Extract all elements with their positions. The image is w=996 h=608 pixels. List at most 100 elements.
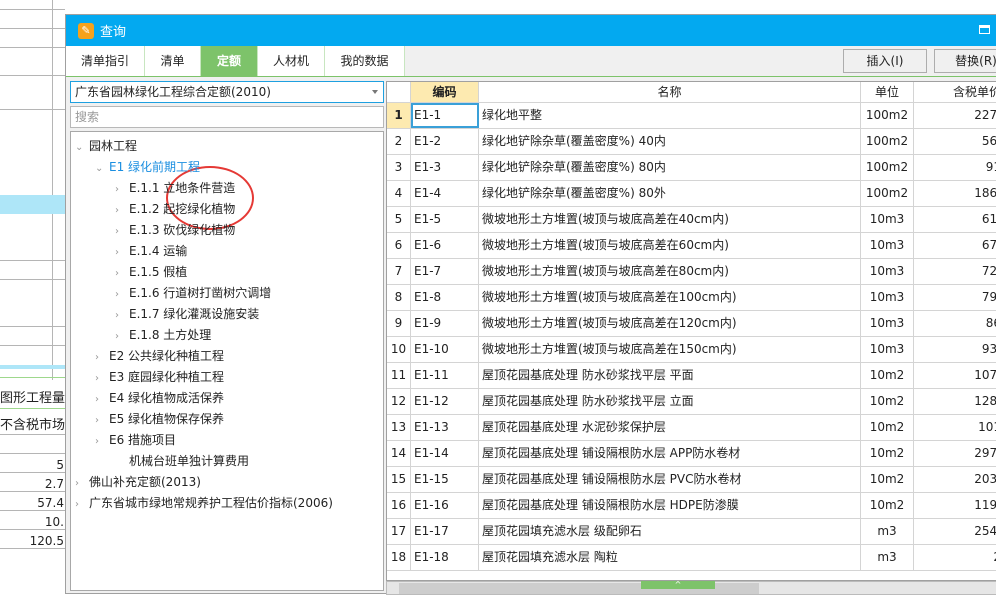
tree-node[interactable]: › E5 绿化植物保存保养 [95,409,224,429]
code-cell[interactable]: E1-4 [411,181,479,206]
price-cell[interactable]: 91 [914,155,996,180]
unit-cell[interactable]: 10m2 [861,493,914,518]
unit-cell[interactable]: 10m2 [861,441,914,466]
chevron-right-icon[interactable]: › [95,369,109,389]
price-cell[interactable]: 101 [914,415,996,440]
code-cell[interactable]: E1-12 [411,389,479,414]
code-cell[interactable]: E1-1 [411,103,479,128]
unit-cell[interactable]: 100m2 [861,181,914,206]
price-cell[interactable]: 254. [914,519,996,544]
table-row[interactable]: 1E1-1绿化地平整100m2227. [387,103,996,129]
table-row[interactable]: 3E1-3绿化地铲除杂草(覆盖密度%) 80内100m291 [387,155,996,181]
maximize-icon[interactable] [979,25,990,34]
name-cell[interactable]: 屋顶花园基底处理 铺设隔根防水层 PVC防水卷材 [479,467,861,492]
table-row[interactable]: 5E1-5微坡地形土方堆置(坡顶与坡底高差在40cm内)10m361. [387,207,996,233]
name-cell[interactable]: 屋顶花园基底处理 铺设隔根防水层 HDPE防渗膜 [479,493,861,518]
code-cell[interactable]: E1-11 [411,363,479,388]
table-row[interactable]: 2E1-2绿化地铲除杂草(覆盖密度%) 40内100m256. [387,129,996,155]
table-row[interactable]: 10E1-10微坡地形土方堆置(坡顶与坡底高差在150cm内)10m393. [387,337,996,363]
name-cell[interactable]: 绿化地铲除杂草(覆盖密度%) 40内 [479,129,861,154]
tree-node[interactable]: ⌄ E1 绿化前期工程 [95,157,200,177]
name-cell[interactable]: 屋顶花园基底处理 铺设隔根防水层 APP防水卷材 [479,441,861,466]
name-cell[interactable]: 微坡地形土方堆置(坡顶与坡底高差在120cm内) [479,311,861,336]
name-cell[interactable]: 微坡地形土方堆置(坡顶与坡底高差在80cm内) [479,259,861,284]
tab-bill-guide[interactable]: 清单指引 [66,46,145,76]
name-cell[interactable]: 绿化地铲除杂草(覆盖密度%) 80外 [479,181,861,206]
tree-node[interactable]: › E.1.6 行道树打凿树穴调增 [115,283,271,303]
unit-cell[interactable]: 10m2 [861,389,914,414]
tab-quota[interactable]: 定额 [201,46,258,76]
table-row[interactable]: 4E1-4绿化地铲除杂草(覆盖密度%) 80外100m2186. [387,181,996,207]
tree-node[interactable]: › E.1.7 绿化灌溉设施安装 [115,304,259,324]
chevron-right-icon[interactable]: › [115,285,129,305]
chevron-right-icon[interactable]: › [115,243,129,263]
table-row[interactable]: 7E1-7微坡地形土方堆置(坡顶与坡底高差在80cm内)10m372. [387,259,996,285]
price-cell[interactable]: 2 [914,545,996,570]
tree-node[interactable]: 机械台班单独计算费用 [115,451,249,471]
table-row[interactable]: 13E1-13屋顶花园基底处理 水泥砂浆保护层10m2101 [387,415,996,441]
tree-node[interactable]: ⌄ 园林工程 [75,136,137,156]
tree-node[interactable]: › E.1.3 砍伐绿化植物 [115,220,235,240]
insert-button[interactable]: 插入(I) [843,49,927,73]
tab-bill[interactable]: 清单 [145,46,201,76]
code-cell[interactable]: E1-9 [411,311,479,336]
tree-node[interactable]: › E.1.5 假植 [115,262,187,282]
price-cell[interactable]: 93. [914,337,996,362]
price-cell[interactable]: 86 [914,311,996,336]
chevron-right-icon[interactable]: › [115,222,129,242]
unit-cell[interactable]: m3 [861,519,914,544]
price-cell[interactable]: 72. [914,259,996,284]
code-cell[interactable]: E1-15 [411,467,479,492]
code-cell[interactable]: E1-10 [411,337,479,362]
table-row[interactable]: 6E1-6微坡地形土方堆置(坡顶与坡底高差在60cm内)10m367. [387,233,996,259]
tree-node[interactable]: › E3 庭园绿化种植工程 [95,367,224,387]
unit-cell[interactable]: 10m2 [861,467,914,492]
tab-labor-material-machine[interactable]: 人材机 [258,46,325,76]
collapse-handle[interactable]: ^ [641,581,715,589]
price-cell[interactable]: 297. [914,441,996,466]
tree-node[interactable]: › E2 公共绿化种植工程 [95,346,224,366]
tree-node[interactable]: › E6 措施项目 [95,430,176,450]
replace-button[interactable]: 替换(R) [934,49,996,73]
unit-cell[interactable]: 10m3 [861,337,914,362]
unit-cell[interactable]: 10m3 [861,311,914,336]
unit-cell[interactable]: 10m3 [861,259,914,284]
code-cell[interactable]: E1-5 [411,207,479,232]
code-cell[interactable]: E1-14 [411,441,479,466]
chevron-down-icon[interactable]: ⌄ [95,159,109,179]
header-code[interactable]: 编码 [411,82,479,102]
chevron-right-icon[interactable]: › [115,306,129,326]
name-cell[interactable]: 绿化地铲除杂草(覆盖密度%) 80内 [479,155,861,180]
price-cell[interactable]: 56. [914,129,996,154]
header-unit[interactable]: 单位 [861,82,914,102]
chevron-right-icon[interactable]: › [95,411,109,431]
unit-cell[interactable]: 10m2 [861,363,914,388]
code-cell[interactable]: E1-13 [411,415,479,440]
tree-node[interactable]: › E.1.4 运输 [115,241,187,261]
chevron-right-icon[interactable]: › [115,327,129,347]
price-cell[interactable]: 67. [914,233,996,258]
code-cell[interactable]: E1-18 [411,545,479,570]
code-cell[interactable]: E1-3 [411,155,479,180]
chevron-right-icon[interactable]: › [75,495,89,515]
unit-cell[interactable]: 10m3 [861,207,914,232]
tree-node[interactable]: › 佛山补充定额(2013) [75,472,201,492]
name-cell[interactable]: 微坡地形土方堆置(坡顶与坡底高差在40cm内) [479,207,861,232]
table-row[interactable]: 11E1-11屋顶花园基底处理 防水砂浆找平层 平面10m2107. [387,363,996,389]
name-cell[interactable]: 屋顶花园基底处理 水泥砂浆保护层 [479,415,861,440]
table-row[interactable]: 8E1-8微坡地形土方堆置(坡顶与坡底高差在100cm内)10m379. [387,285,996,311]
name-cell[interactable]: 微坡地形土方堆置(坡顶与坡底高差在150cm内) [479,337,861,362]
code-cell[interactable]: E1-6 [411,233,479,258]
library-select[interactable]: 广东省园林绿化工程综合定额(2010) [70,81,384,103]
table-row[interactable]: 14E1-14屋顶花园基底处理 铺设隔根防水层 APP防水卷材10m2297. [387,441,996,467]
unit-cell[interactable]: 10m3 [861,233,914,258]
price-cell[interactable]: 186. [914,181,996,206]
chevron-right-icon[interactable]: › [75,474,89,494]
price-cell[interactable]: 119. [914,493,996,518]
table-row[interactable]: 18E1-18屋顶花园填充滤水层 陶粒m32 [387,545,996,571]
code-cell[interactable]: E1-7 [411,259,479,284]
unit-cell[interactable]: 100m2 [861,103,914,128]
tree-node[interactable]: › E.1.2 起挖绿化植物 [115,199,235,219]
name-cell[interactable]: 绿化地平整 [479,103,861,128]
unit-cell[interactable]: 10m2 [861,415,914,440]
